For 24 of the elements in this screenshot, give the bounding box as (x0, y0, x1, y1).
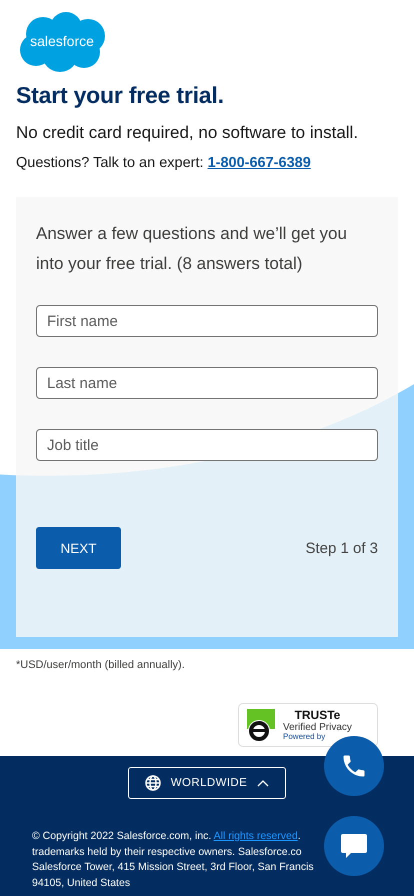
footer-text: 94105, United States (32, 876, 130, 890)
chat-icon (340, 832, 368, 860)
globe-icon (144, 775, 161, 791)
privacy-badge[interactable]: TRUSTe Verified Privacy Powered by (238, 703, 378, 747)
copyright-text: © Copyright 2022 Salesforce.com, inc. All rights reserved. (32, 829, 301, 844)
page-heading: Start your free trial. (16, 82, 225, 109)
text-field[interactable]: First name (36, 305, 378, 337)
contact-text: Questions? Talk to an expert: 1-800-667-6389 (16, 155, 312, 171)
region-selector[interactable]: WORLDWIDE (128, 767, 286, 799)
badge-powered: Powered by (283, 732, 326, 742)
step-indicator: Step 1 of 3 (305, 540, 378, 556)
next-button[interactable]: NEXT (36, 527, 121, 569)
form-intro: Answer a few questions and we’ll get you into your free trial. (8 answers total) (36, 223, 348, 275)
rights-link[interactable]: All rights reserved (214, 830, 298, 842)
badge-title: TRUSTe (294, 708, 340, 722)
footer-text: trademarks held by their respective owners. Salesforce.co (32, 844, 302, 860)
text-field[interactable]: Job title (36, 429, 378, 461)
pricing-footnote: *USD/user/month (billed annually). (16, 659, 186, 671)
text-field[interactable]: Last name (36, 367, 378, 399)
phone-link[interactable]: 1-800-667-6389 (208, 155, 311, 171)
badge-subtitle: Verified Privacy (283, 722, 352, 733)
footer-text: Salesforce Tower, 415 Mission Street, 3rd Floor, San Francis (32, 860, 314, 875)
subtitle: No credit card required, no software to install. (16, 123, 360, 143)
chevron-up-icon (257, 779, 270, 787)
